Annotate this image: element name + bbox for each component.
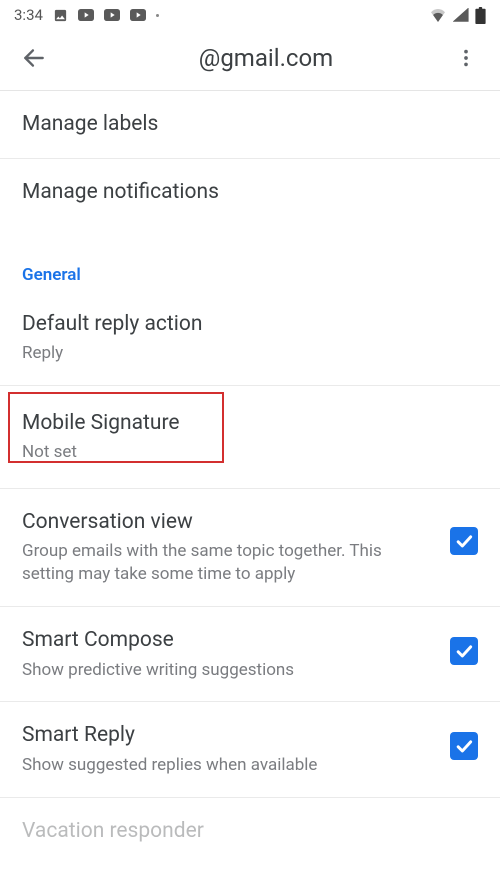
youtube-icon [130, 9, 146, 21]
settings-list: Manage labels Manage notifications Gener… [0, 91, 500, 845]
manage-notifications-label: Manage notifications [22, 179, 478, 206]
back-button[interactable] [18, 42, 50, 74]
app-header: @gmail.com [0, 28, 500, 90]
default-reply-value: Reply [22, 342, 478, 365]
manage-labels-row[interactable]: Manage labels [0, 91, 500, 159]
section-header-general: General [0, 251, 500, 291]
smart-reply-sub: Show suggested replies when available [22, 754, 434, 777]
mobile-signature-value: Not set [22, 441, 478, 464]
youtube-icon [78, 9, 94, 21]
default-reply-action-row[interactable]: Default reply action Reply [0, 291, 500, 386]
smart-compose-sub: Show predictive writing suggestions [22, 659, 434, 682]
more-notifications-dot [156, 14, 159, 17]
vacation-responder-row[interactable]: Vacation responder [0, 798, 500, 845]
signal-icon [453, 8, 469, 22]
status-bar: 3:34 [0, 0, 500, 28]
battery-icon [475, 7, 486, 24]
wifi-icon [429, 8, 447, 22]
smart-reply-title: Smart Reply [22, 722, 434, 749]
vacation-responder-title: Vacation responder [22, 818, 478, 845]
youtube-icon [104, 9, 120, 21]
page-title: @gmail.com [90, 44, 442, 72]
conversation-view-title: Conversation view [22, 509, 434, 536]
smart-reply-row[interactable]: Smart Reply Show suggested replies when … [0, 702, 500, 797]
smart-compose-row[interactable]: Smart Compose Show predictive writing su… [0, 607, 500, 702]
status-time: 3:34 [14, 6, 43, 24]
overflow-menu-button[interactable] [450, 42, 482, 74]
smart-compose-title: Smart Compose [22, 627, 434, 654]
mobile-signature-title: Mobile Signature [22, 410, 478, 437]
smart-reply-checkbox[interactable] [450, 732, 478, 760]
mobile-signature-row[interactable]: Mobile Signature Not set [0, 386, 500, 489]
photos-icon [53, 8, 68, 23]
smart-compose-checkbox[interactable] [450, 637, 478, 665]
conversation-view-checkbox[interactable] [450, 527, 478, 555]
manage-labels-label: Manage labels [22, 111, 478, 138]
conversation-view-sub: Group emails with the same topic togethe… [22, 540, 434, 586]
conversation-view-row[interactable]: Conversation view Group emails with the … [0, 489, 500, 607]
default-reply-title: Default reply action [22, 311, 478, 338]
manage-notifications-row[interactable]: Manage notifications [0, 159, 500, 226]
